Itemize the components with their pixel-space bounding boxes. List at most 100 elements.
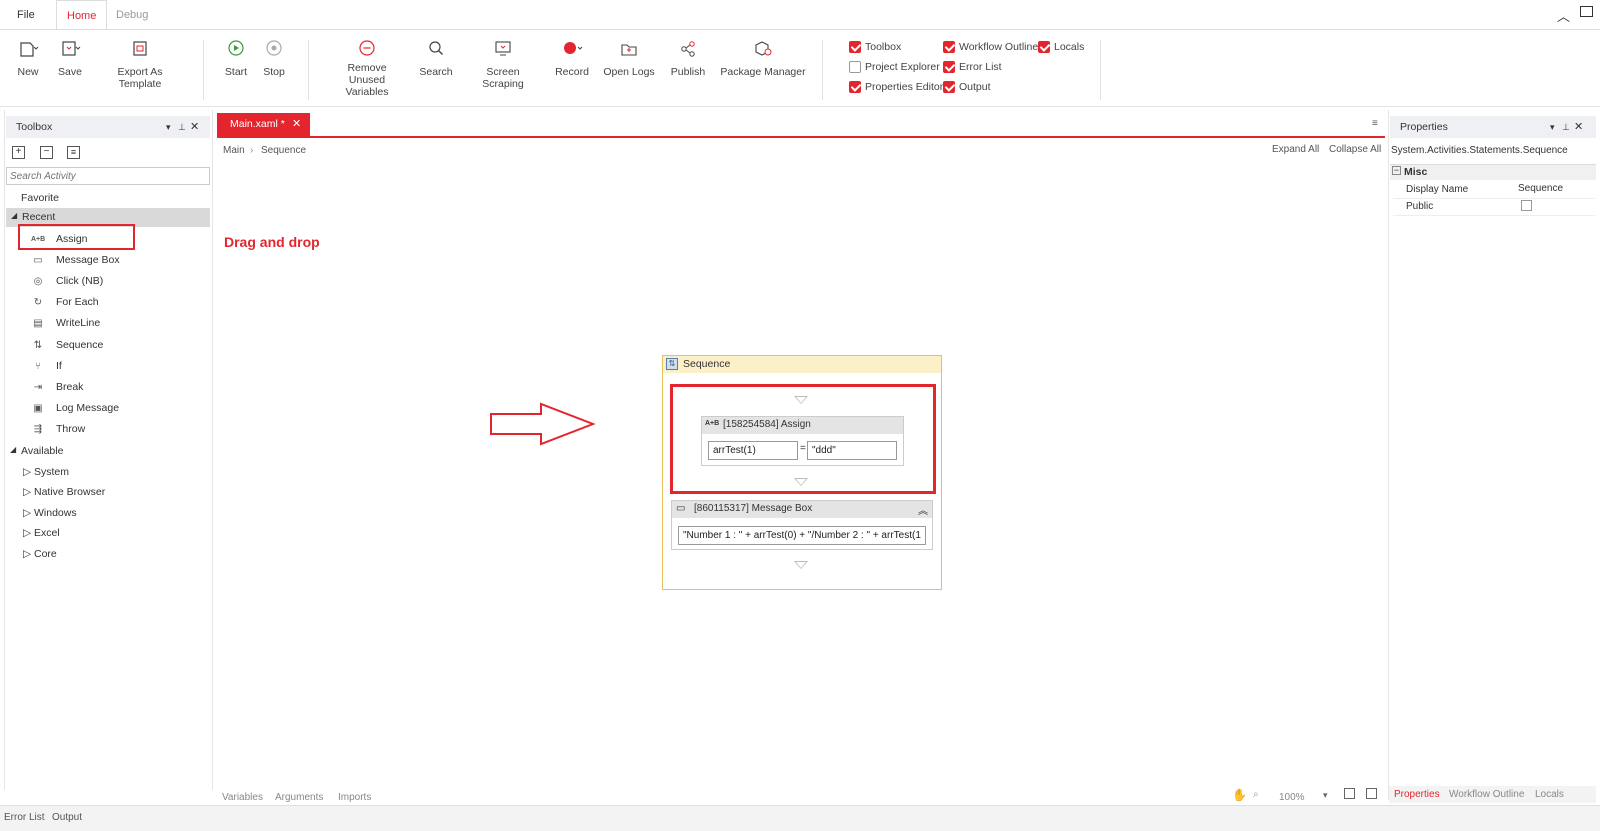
document-tab-main[interactable]: Main.xaml * ✕ [217, 113, 310, 136]
menu-bar: File Home Debug ︿ [0, 0, 1600, 30]
error-list-checkbox[interactable]: Error List [943, 61, 1002, 73]
collapse-ribbon-icon[interactable]: ︿ [1557, 6, 1570, 25]
close-icon[interactable]: ✕ [1574, 116, 1583, 138]
category-windows[interactable]: ▷ Windows [23, 507, 77, 519]
writeline-icon: ▤ [33, 318, 43, 329]
workflow-outline-checkbox[interactable]: Workflow Outline [943, 41, 1038, 53]
category-core[interactable]: ▷ Core [23, 548, 57, 560]
export-template-button[interactable]: Export As Template [96, 38, 184, 90]
public-checkbox[interactable] [1521, 200, 1532, 211]
search-button[interactable]: Search [419, 38, 453, 78]
screen-scraping-button[interactable]: Screen Scraping [465, 38, 541, 90]
collapse-all-link[interactable]: Collapse All [1329, 144, 1381, 155]
variables-tab[interactable]: Variables [222, 792, 263, 803]
expand-all-link[interactable]: Expand All [1272, 144, 1319, 155]
toolbox-item-if[interactable]: If [56, 360, 62, 372]
overview-icon[interactable] [1366, 788, 1377, 799]
close-icon[interactable]: ✕ [190, 116, 199, 138]
message-box-activity[interactable]: ▭ [860115317] Message Box ︽ "Number 1 : … [671, 500, 933, 550]
row-divider [1393, 198, 1595, 199]
new-file-icon [20, 42, 39, 57]
locals-checkbox[interactable]: Locals [1038, 41, 1084, 53]
toolbox-item-sequence[interactable]: Sequence [56, 339, 103, 351]
zoom-dropdown-icon[interactable]: ▾ [1323, 790, 1328, 801]
drop-target-icon[interactable] [794, 561, 808, 569]
arguments-tab[interactable]: Arguments [275, 792, 323, 803]
assign-highlight-box [670, 384, 936, 494]
break-icon: ⇥ [33, 382, 43, 393]
open-logs-button[interactable]: Open Logs [603, 38, 655, 78]
properties-title: Properties [1400, 121, 1448, 133]
start-button[interactable]: Start [222, 38, 250, 78]
message-box-text-field[interactable]: "Number 1 : " + arrTest(0) + "/Number 2 … [678, 526, 926, 545]
toolbox-item-message-box[interactable]: Message Box [56, 254, 120, 266]
properties-editor-checkbox[interactable]: Properties Editor [849, 81, 943, 93]
remove-unused-variables-button[interactable]: Remove Unused Variables [328, 38, 406, 98]
panel-border [1388, 110, 1389, 800]
save-button[interactable]: Save [56, 38, 84, 78]
toolbox-favorite[interactable]: Favorite [21, 192, 59, 204]
new-button[interactable]: New [14, 38, 42, 78]
window-mode-icon[interactable] [1580, 6, 1593, 17]
checkbox-icon [849, 81, 861, 93]
dropdown-icon[interactable]: ▾ [166, 116, 171, 138]
error-list-tab[interactable]: Error List [4, 812, 45, 823]
menu-file[interactable]: File [7, 0, 45, 30]
available-category-label[interactable]: Available [21, 445, 63, 457]
properties-misc-section[interactable]: − Misc [1390, 164, 1596, 180]
list-view-icon[interactable]: ≡ [67, 146, 80, 159]
status-bar: Error List Output [0, 805, 1600, 831]
start-button-label: Start [224, 66, 248, 78]
menu-debug-tab[interactable]: Debug [106, 0, 158, 30]
collapse-arrow-icon: ◢ [11, 211, 18, 220]
toolbox-item-for-each[interactable]: For Each [56, 296, 99, 308]
properties-tabstrip: Properties Workflow Outline Locals [1389, 786, 1596, 803]
toolbox-item-throw[interactable]: Throw [56, 423, 85, 435]
display-name-value[interactable]: Sequence [1518, 183, 1563, 194]
dropdown-icon[interactable]: ▾ [1550, 116, 1555, 138]
category-native-browser[interactable]: ▷ Native Browser [23, 486, 105, 498]
publish-button[interactable]: Publish [668, 38, 708, 78]
search-activity-input[interactable] [6, 167, 210, 185]
category-system[interactable]: ▷ System [23, 466, 69, 478]
pin-icon[interactable]: ⊥ [178, 116, 186, 138]
locals-tab[interactable]: Locals [1535, 789, 1564, 800]
toolbox-item-break[interactable]: Break [56, 381, 83, 393]
output-checkbox[interactable]: Output [943, 81, 991, 93]
properties-tab[interactable]: Properties [1394, 789, 1440, 800]
breadcrumb-main[interactable]: Main [223, 145, 245, 156]
imports-tab[interactable]: Imports [338, 792, 371, 803]
close-tab-icon[interactable]: ✕ [292, 113, 301, 136]
expand-arrow-icon: ▷ [23, 507, 32, 519]
breadcrumb-chevron-icon: › [250, 145, 254, 156]
menu-home-tab[interactable]: Home [56, 0, 108, 30]
pan-hand-icon[interactable]: ✋ [1232, 788, 1247, 802]
stop-button[interactable]: Stop [260, 38, 288, 78]
pin-icon[interactable]: ⊥ [1562, 116, 1570, 138]
toolbox-item-writeline[interactable]: WriteLine [56, 317, 100, 329]
zoom-level[interactable]: 100% [1279, 792, 1305, 803]
record-button[interactable]: Record [554, 38, 590, 78]
expand-all-icon[interactable]: + [12, 146, 25, 159]
category-system-label: System [34, 466, 70, 478]
workflow-outline-tab[interactable]: Workflow Outline [1449, 789, 1524, 800]
toolbox-checkbox[interactable]: Toolbox [849, 41, 901, 53]
breadcrumb-sequence[interactable]: Sequence [261, 145, 306, 156]
collapse-activity-icon[interactable]: ︽ [918, 502, 928, 517]
tab-menu-icon[interactable]: ≡ [1372, 118, 1378, 129]
toolbox-item-log-message[interactable]: Log Message [56, 402, 119, 414]
expand-arrow-icon: ▷ [23, 466, 32, 478]
checkbox-icon [943, 61, 955, 73]
category-core-label: Core [34, 548, 57, 560]
document-tab-label: Main.xaml * [230, 118, 285, 130]
package-manager-button[interactable]: Package Manager [720, 38, 806, 78]
toolbox-item-click[interactable]: Click (NB) [56, 275, 103, 287]
fit-to-screen-icon[interactable] [1344, 788, 1355, 799]
collapse-all-icon[interactable]: − [40, 146, 53, 159]
output-tab[interactable]: Output [52, 812, 82, 823]
project-explorer-checkbox[interactable]: Project Explorer [849, 61, 940, 73]
category-excel[interactable]: ▷ Excel [23, 527, 60, 539]
zoom-icon[interactable]: ⌕ [1253, 789, 1259, 800]
properties-header: Properties ▾ ⊥ ✕ [1390, 116, 1596, 138]
remove-icon [359, 40, 375, 56]
